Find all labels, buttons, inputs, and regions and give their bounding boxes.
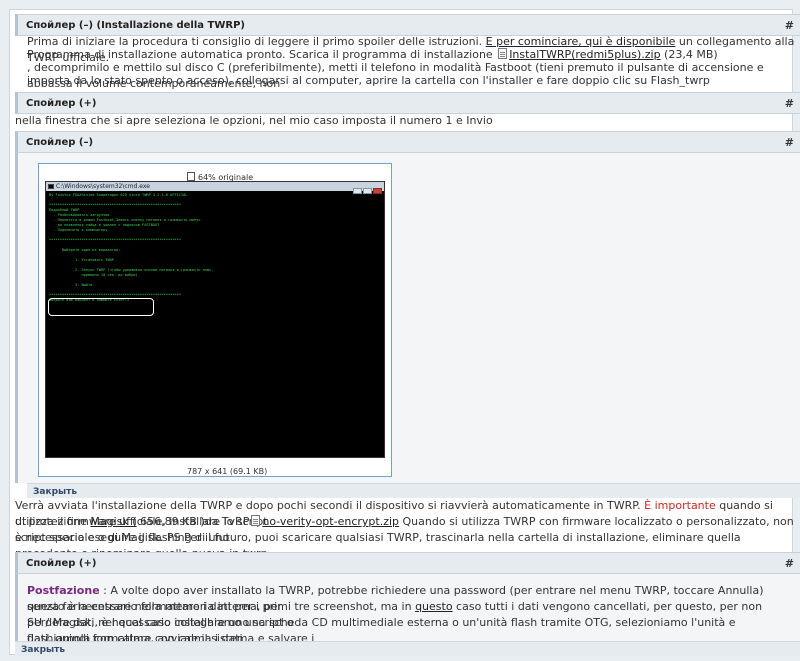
spoiler-header-installation[interactable]: Спойлер (–) (Installazione della TWRP) # bbox=[15, 14, 800, 36]
spoiler-header-options[interactable]: Спойлер (+) # bbox=[15, 92, 800, 114]
screenshot-frame[interactable]: 64% originale C:\Windows\system32\cmd.ex… bbox=[38, 163, 392, 477]
console-output: By Faustus FDAXhinjoo Snapdragon 625 sin… bbox=[49, 193, 214, 302]
spoiler3-close-button[interactable]: Закрыть bbox=[27, 483, 800, 498]
spoiler4-close-button[interactable]: Закрыть bbox=[15, 641, 800, 656]
console-titlebar: C:\Windows\system32\cmd.exe bbox=[46, 182, 384, 194]
spoiler-header-screenshot[interactable]: Спойлер (–) # bbox=[15, 131, 800, 153]
spoiler1-line-4: importa da lo stato spento o acceso), co… bbox=[27, 74, 710, 87]
important-label: È importante bbox=[644, 499, 716, 512]
magisk-link[interactable]: Magisk ( bbox=[90, 515, 136, 528]
file-icon bbox=[251, 515, 261, 526]
close-label: Закрыть bbox=[21, 645, 66, 655]
spoiler-header-postscript[interactable]: Спойлер (+) # bbox=[15, 552, 800, 574]
spoiler-title: Спойлер (–) (Installazione della TWRP) bbox=[26, 20, 245, 31]
text: Verrà avviata l'installazione della TWRP… bbox=[15, 499, 645, 512]
spoiler-anchor-link[interactable]: # bbox=[785, 135, 794, 151]
spoiler-title: Спойлер (+) bbox=[26, 98, 97, 109]
image-dimensions: 787 x 641 (69.1 KB) bbox=[187, 467, 268, 476]
text: 656,89 KB )da TvRP bbox=[136, 515, 250, 528]
no-verity-download-link[interactable]: no-verity-opt-encrypt.zip bbox=[262, 515, 399, 528]
spoiler-anchor-link[interactable]: # bbox=[785, 18, 794, 34]
spoiler-anchor-link[interactable]: # bbox=[785, 96, 794, 112]
spoiler-title: Спойлер (+) bbox=[26, 558, 97, 569]
console-window-icon bbox=[48, 184, 54, 189]
text: di protezione bbox=[15, 515, 91, 528]
highlight-ellipse bbox=[48, 298, 154, 316]
zoom-icon bbox=[187, 172, 195, 181]
text: questo è necessario formattare i dati pe… bbox=[27, 600, 416, 613]
spoiler2-text: nella finestra che si apre seleziona le … bbox=[15, 114, 493, 127]
spoiler-anchor-link[interactable]: # bbox=[785, 556, 794, 572]
console-screenshot: C:\Windows\system32\cmd.exe By Faustus F… bbox=[45, 181, 385, 458]
spoiler-title: Спойлер (–) bbox=[26, 137, 94, 148]
questo-link[interactable]: questo bbox=[415, 600, 453, 613]
postfazione-label: Postfazione bbox=[27, 584, 100, 597]
file-icon bbox=[498, 48, 508, 59]
forum-post: Спойлер (–) (Installazione della TWRP) #… bbox=[9, 9, 800, 656]
